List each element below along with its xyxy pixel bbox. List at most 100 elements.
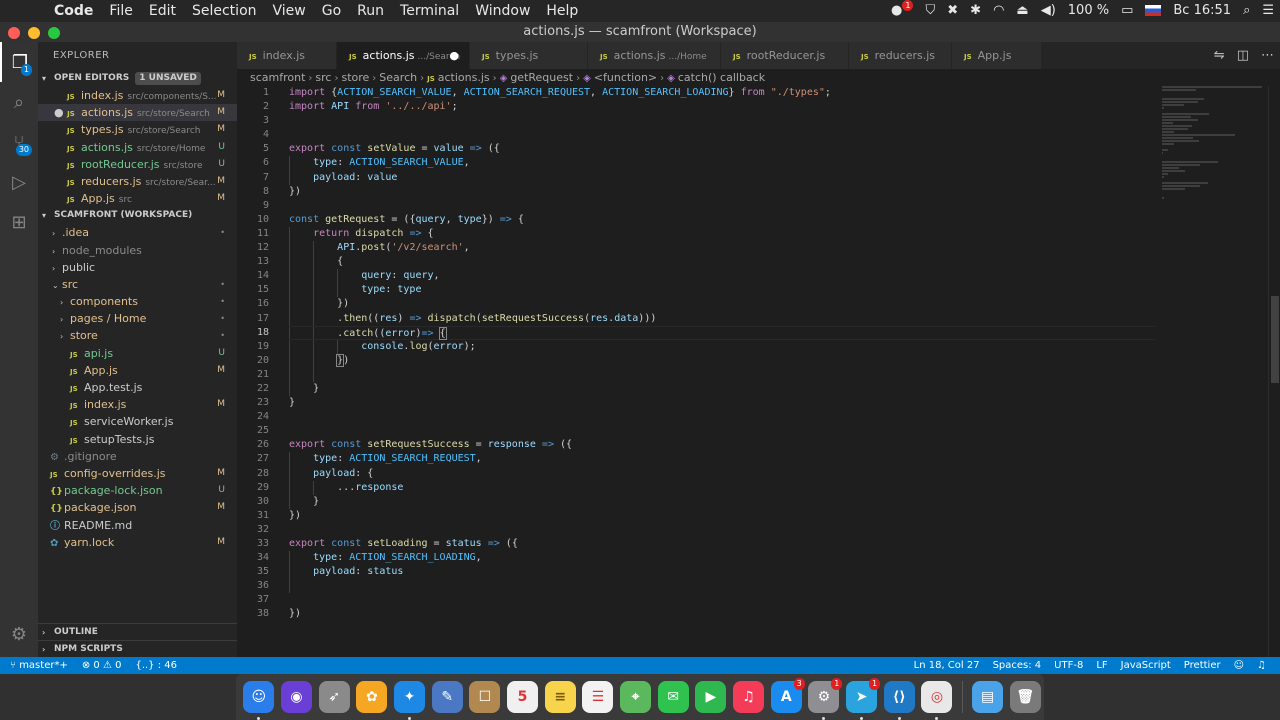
chrome-icon[interactable]: ◎ [921, 681, 953, 720]
code-line[interactable]: const getRequest = ({query, type}) => { [289, 213, 1155, 227]
search-icon[interactable]: ⌕ [0, 82, 38, 122]
code-line[interactable]: }) [289, 607, 1155, 621]
run-debug-icon[interactable]: ▷ [0, 162, 38, 202]
outline-header[interactable]: › OUTLINE [38, 623, 237, 640]
tab-types-js[interactable]: JS types.js [470, 42, 588, 69]
menu-terminal[interactable]: Terminal [392, 0, 467, 22]
telegram-icon[interactable]: ➤ 1 [846, 678, 881, 720]
messages-icon[interactable]: ✉ [657, 681, 689, 713]
tree-item[interactable]: JS index.js M [38, 396, 237, 413]
menu-window[interactable]: Window [467, 0, 538, 22]
manage-gear-icon[interactable]: ⚙ [0, 614, 38, 654]
unsaved-dot-icon[interactable]: ● [449, 42, 459, 69]
encoding-status[interactable]: UTF-8 [1054, 657, 1083, 674]
code-line[interactable]: .catch((error)=> { [289, 325, 1155, 340]
code-line[interactable]: }) [289, 509, 1155, 523]
source-control-icon[interactable]: ⑂ 30 [0, 122, 38, 162]
tab-actions-js[interactable]: JS actions.js .../Search ● [337, 42, 470, 69]
indentation-status[interactable]: Spaces: 4 [993, 657, 1042, 674]
facetime-icon[interactable]: ▶ [695, 681, 727, 713]
tree-item[interactable]: JS App.js M [38, 362, 237, 379]
tree-item[interactable]: ✿ yarn.lock M [38, 534, 237, 551]
code-line[interactable]: ...response [289, 480, 1155, 495]
workspace-header[interactable]: ▾ SCAMFRONT (WORKSPACE) [38, 207, 237, 224]
menu-help[interactable]: Help [538, 0, 586, 22]
open-editor-item[interactable]: JS reducers.js src/store/Sear... M [38, 173, 237, 190]
open-editors-header[interactable]: ▾ OPEN EDITORS 1 UNSAVED [38, 70, 237, 87]
code-line[interactable] [289, 523, 1155, 537]
tab-actions-js[interactable]: JS actions.js .../Home [588, 42, 721, 69]
code-line[interactable]: }) [289, 353, 1155, 368]
code-line[interactable] [289, 114, 1155, 128]
code-line[interactable]: export const setLoading = status => ({ [289, 537, 1155, 551]
menu-app-name[interactable]: Code [46, 0, 101, 22]
code-line[interactable]: import API from '../../api'; [289, 100, 1155, 114]
code-line[interactable]: } [289, 381, 1155, 397]
breadcrumb-item[interactable]: store [341, 71, 369, 84]
bluetooth-icon[interactable]: ✱ [964, 0, 987, 22]
tree-item[interactable]: {}package-lock.json U [38, 482, 237, 499]
code-line[interactable]: { [289, 255, 1155, 270]
code-line[interactable] [289, 410, 1155, 424]
code-line[interactable]: .then((res) => dispatch(setRequestSucces… [289, 311, 1155, 326]
reminders-icon[interactable]: ☰ [582, 681, 614, 713]
code-line[interactable] [289, 579, 1155, 594]
safari-icon[interactable]: ✦ [394, 681, 425, 720]
tab-App-js[interactable]: JS App.js [952, 42, 1042, 69]
notification-center-icon[interactable]: ☰ [1256, 0, 1280, 22]
code-line[interactable]: import {ACTION_SEARCH_VALUE, ACTION_SEAR… [289, 86, 1155, 100]
calendar-icon[interactable]: 5 [507, 681, 538, 713]
cursor-position-status[interactable]: Ln 18, Col 27 [914, 657, 980, 674]
preview-icon[interactable]: ✎ [431, 681, 463, 713]
close-window-button[interactable] [8, 27, 20, 39]
wifi-icon[interactable]: ◠ [987, 0, 1010, 22]
breadcrumb-item[interactable]: ◈ getRequest [500, 71, 573, 84]
zoom-window-button[interactable] [48, 27, 60, 39]
code-line[interactable]: } [289, 396, 1155, 410]
code-line[interactable]: query: query, [289, 269, 1155, 284]
open-editor-item[interactable]: JS actions.js src/store/Home U [38, 139, 237, 156]
antivirus-icon[interactable]: ✖ [941, 0, 964, 22]
code-line[interactable]: }) [289, 185, 1155, 199]
trash-icon[interactable]: 🗑 [1009, 681, 1041, 713]
language-mode-status[interactable]: JavaScript [1121, 657, 1171, 674]
launchpad-icon[interactable]: ➶ [318, 681, 350, 713]
volume-icon[interactable]: ◀) [1035, 0, 1062, 22]
minimize-window-button[interactable] [28, 27, 40, 39]
notes-icon[interactable]: ≡ [544, 681, 576, 713]
code-line[interactable]: return dispatch => { [289, 226, 1155, 242]
scope-status[interactable]: {..} : 46 [135, 657, 177, 674]
airplay-icon[interactable]: ⏏ [1010, 0, 1034, 22]
menu-file[interactable]: File [101, 0, 140, 22]
code-lines[interactable]: import {ACTION_SEARCH_VALUE, ACTION_SEAR… [289, 86, 1155, 622]
code-line[interactable]: type: ACTION_SEARCH_VALUE, [289, 156, 1155, 171]
menu-selection[interactable]: Selection [184, 0, 265, 22]
code-line[interactable]: } [289, 494, 1155, 509]
siri-icon[interactable]: ◉ [281, 681, 312, 713]
tree-item[interactable]: ⚙ .gitignore [38, 448, 237, 465]
tree-item[interactable]: ⓘ README.md [38, 517, 237, 534]
system-preferences-icon[interactable]: ⚙ 1 [808, 678, 843, 720]
tree-item[interactable]: JS config-overrides.js M [38, 465, 237, 482]
code-line[interactable]: payload: value [289, 170, 1155, 185]
music-icon[interactable]: ♫ [733, 681, 765, 713]
npm-scripts-header[interactable]: › NPM SCRIPTS [38, 640, 237, 657]
breadcrumb-item[interactable]: Search [379, 71, 417, 84]
clock[interactable]: Вс 16:51 [1167, 0, 1237, 22]
git-branch-status[interactable]: ⑂ master*+ [10, 657, 68, 674]
keyboard-layout-flag-icon[interactable] [1139, 0, 1167, 22]
tree-item[interactable]: JS setupTests.js [38, 431, 237, 448]
vs-code-icon[interactable]: ⟨⟩ [883, 681, 915, 720]
open-changes-icon[interactable]: ⇋ [1214, 48, 1225, 63]
code-line[interactable] [289, 593, 1155, 607]
notifications-bell-icon[interactable]: ♫ [1257, 657, 1266, 674]
open-editor-item[interactable]: JS App.js src M [38, 190, 237, 207]
breadcrumb-item[interactable]: src [315, 71, 331, 84]
shield-icon[interactable]: ⛉ [919, 0, 941, 22]
menu-view[interactable]: View [265, 0, 314, 22]
breadcrumb-item[interactable]: ◈ <function> [583, 71, 657, 84]
open-editor-item[interactable]: JS index.js src/components/S... M [38, 87, 237, 104]
tree-item[interactable]: › components • [38, 293, 237, 310]
notification-icon[interactable]: ● 1 [885, 0, 919, 22]
battery-label[interactable]: 100 % [1062, 0, 1115, 22]
